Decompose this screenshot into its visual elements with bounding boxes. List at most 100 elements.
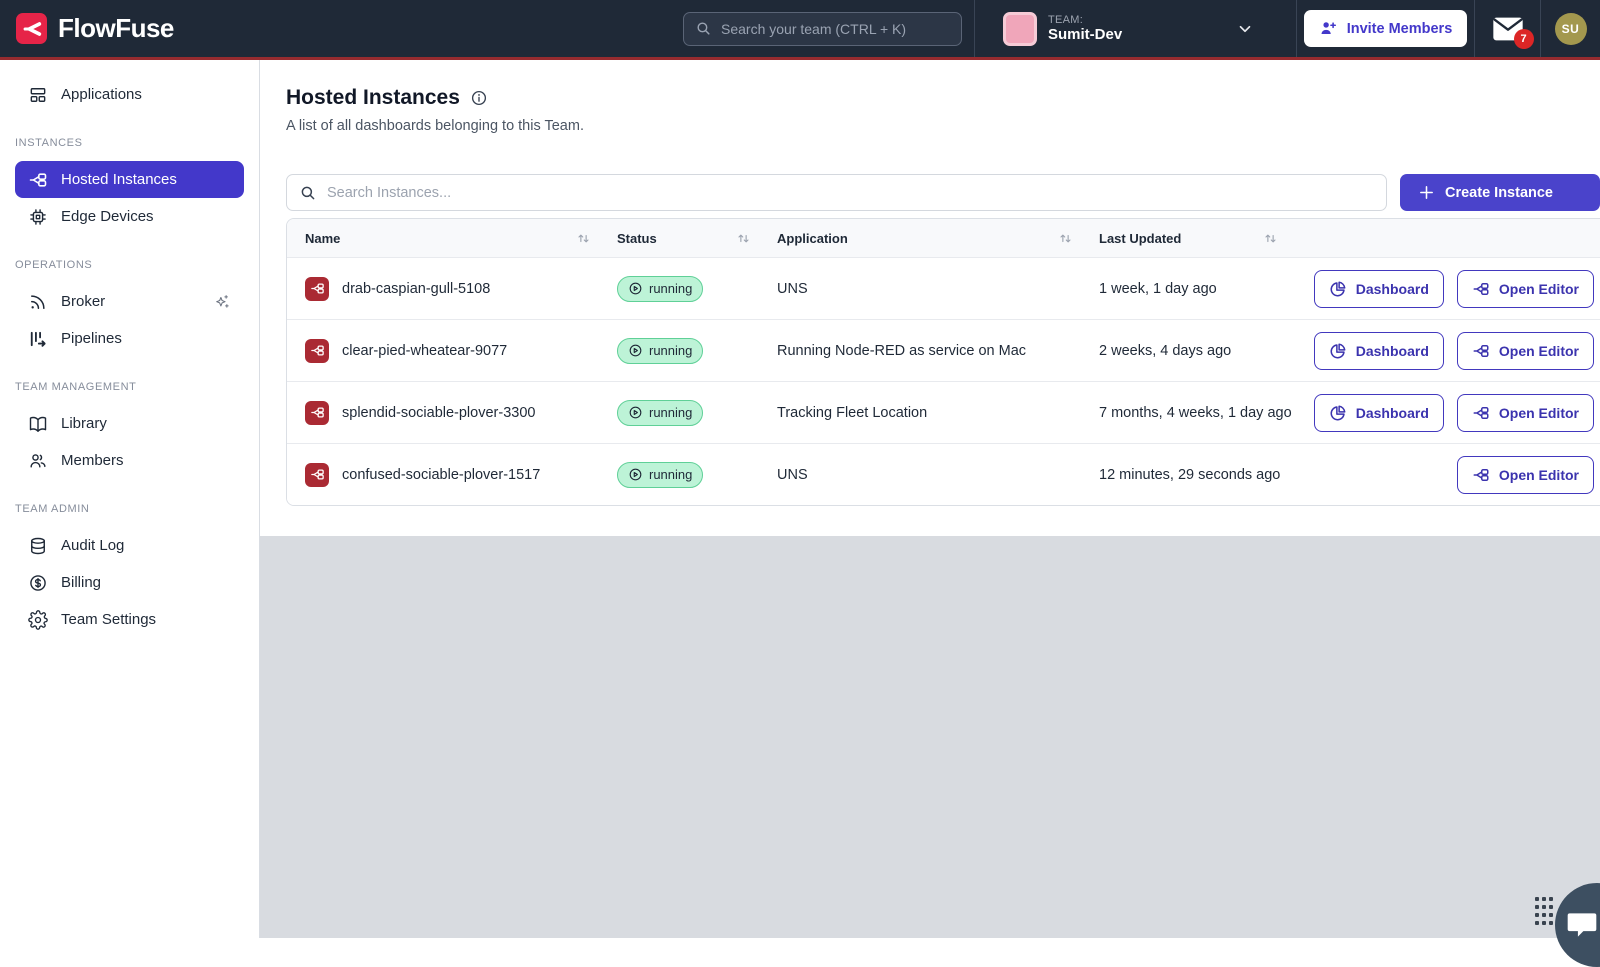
dashboard-label: Dashboard bbox=[1356, 343, 1429, 359]
create-instance-button[interactable]: Create Instance bbox=[1400, 174, 1600, 211]
last-updated: 1 week, 1 day ago bbox=[1099, 281, 1304, 297]
top-navbar: FlowFuse TEAM: Sumit-Dev bbox=[0, 0, 1600, 60]
instances-search-input[interactable] bbox=[327, 185, 1374, 201]
column-header-name[interactable]: Name bbox=[305, 231, 617, 246]
plus-icon bbox=[1418, 184, 1435, 201]
sidebar-item-broker[interactable]: Broker bbox=[15, 283, 244, 320]
instance-icon bbox=[305, 401, 329, 425]
sidebar-section-team-management: TEAM MANAGEMENT bbox=[15, 381, 244, 393]
open-editor-button[interactable]: Open Editor bbox=[1457, 270, 1594, 308]
pie-chart-icon bbox=[1329, 342, 1347, 360]
instance-icon bbox=[305, 463, 329, 487]
team-search-box[interactable] bbox=[683, 12, 962, 46]
dollar-icon bbox=[28, 573, 48, 593]
open-editor-button[interactable]: Open Editor bbox=[1457, 394, 1594, 432]
pie-chart-icon bbox=[1329, 404, 1347, 422]
dashboard-label: Dashboard bbox=[1356, 281, 1429, 297]
sidebar-item-team-settings[interactable]: Team Settings bbox=[15, 601, 244, 638]
sidebar-item-label: Audit Log bbox=[61, 537, 124, 554]
last-updated: 7 months, 4 weeks, 1 day ago bbox=[1099, 405, 1304, 421]
brand[interactable]: FlowFuse bbox=[0, 0, 190, 57]
search-icon bbox=[299, 184, 317, 202]
team-selector[interactable]: TEAM: Sumit-Dev bbox=[975, 0, 1296, 57]
table-header-row: Name Status Applic bbox=[287, 219, 1600, 257]
sidebar-item-label: Edge Devices bbox=[61, 208, 154, 225]
search-icon bbox=[695, 20, 712, 37]
sidebar-item-library[interactable]: Library bbox=[15, 405, 244, 442]
chip-icon bbox=[28, 207, 48, 227]
sort-icon bbox=[1263, 231, 1278, 246]
invite-members-button[interactable]: Invite Members bbox=[1304, 10, 1468, 47]
open-editor-button[interactable]: Open Editor bbox=[1457, 456, 1594, 494]
column-header-application[interactable]: Application bbox=[777, 231, 1099, 246]
fork-icon bbox=[1472, 342, 1490, 360]
application-name: Running Node-RED as service on Mac bbox=[777, 343, 1099, 359]
gear-icon bbox=[28, 610, 48, 630]
sidebar-item-audit-log[interactable]: Audit Log bbox=[15, 527, 244, 564]
status-badge: running bbox=[617, 462, 703, 488]
table-row[interactable]: splendid-sociable-plover-3300 running Tr… bbox=[287, 381, 1600, 443]
instance-name: splendid-sociable-plover-3300 bbox=[342, 405, 535, 421]
info-icon[interactable] bbox=[470, 89, 488, 107]
sidebar-item-label: Billing bbox=[61, 574, 101, 591]
status-label: running bbox=[649, 343, 692, 358]
book-icon bbox=[28, 414, 48, 434]
sidebar-item-label: Team Settings bbox=[61, 611, 156, 628]
play-circle-icon bbox=[628, 405, 643, 420]
widget-drag-handle[interactable] bbox=[1535, 897, 1554, 933]
table-row[interactable]: drab-caspian-gull-5108 running UNS 1 wee… bbox=[287, 257, 1600, 319]
column-label: Name bbox=[305, 231, 340, 246]
table-row[interactable]: clear-pied-wheatear-9077 running Running… bbox=[287, 319, 1600, 381]
instance-icon bbox=[305, 339, 329, 363]
users-icon bbox=[28, 451, 48, 471]
instance-icon bbox=[305, 277, 329, 301]
user-avatar[interactable]: SU bbox=[1555, 13, 1587, 45]
fork-icon bbox=[1472, 466, 1490, 484]
sidebar-item-label: Pipelines bbox=[61, 330, 122, 347]
sidebar-item-billing[interactable]: Billing bbox=[15, 564, 244, 601]
sidebar-item-edge-devices[interactable]: Edge Devices bbox=[15, 198, 244, 235]
column-header-last-updated[interactable]: Last Updated bbox=[1099, 231, 1304, 246]
sidebar-item-hosted-instances[interactable]: Hosted Instances bbox=[15, 161, 244, 198]
column-label: Status bbox=[617, 231, 657, 246]
create-instance-label: Create Instance bbox=[1445, 185, 1553, 201]
brand-name: FlowFuse bbox=[58, 13, 174, 44]
team-label: TEAM: bbox=[1048, 14, 1122, 27]
sidebar-item-applications[interactable]: Applications bbox=[15, 76, 244, 113]
dashboard-button[interactable]: Dashboard bbox=[1314, 394, 1444, 432]
dashboard-button[interactable]: Dashboard bbox=[1314, 332, 1444, 370]
notifications-button[interactable]: 7 bbox=[1492, 16, 1524, 42]
column-header-status[interactable]: Status bbox=[617, 231, 777, 246]
sidebar-item-members[interactable]: Members bbox=[15, 442, 244, 479]
status-label: running bbox=[649, 281, 692, 296]
instances-fork-icon bbox=[28, 170, 48, 190]
dashboard-button[interactable]: Dashboard bbox=[1314, 270, 1444, 308]
last-updated: 2 weeks, 4 days ago bbox=[1099, 343, 1304, 359]
last-updated: 12 minutes, 29 seconds ago bbox=[1099, 467, 1304, 483]
sidebar: Applications INSTANCES Hosted Instances … bbox=[0, 60, 260, 938]
column-label: Application bbox=[777, 231, 848, 246]
play-circle-icon bbox=[628, 281, 643, 296]
table-row[interactable]: confused-sociable-plover-1517 running UN… bbox=[287, 443, 1600, 505]
invite-members-label: Invite Members bbox=[1347, 21, 1453, 37]
sidebar-section-instances: INSTANCES bbox=[15, 137, 244, 149]
chat-bubble-icon bbox=[1565, 910, 1599, 940]
dashboard-label: Dashboard bbox=[1356, 405, 1429, 421]
flowfuse-logo-icon bbox=[16, 13, 47, 44]
page-subtitle: A list of all dashboards belonging to th… bbox=[286, 118, 1600, 134]
status-badge: running bbox=[617, 276, 703, 302]
sidebar-item-pipelines[interactable]: Pipelines bbox=[15, 320, 244, 357]
database-icon bbox=[28, 536, 48, 556]
play-circle-icon bbox=[628, 467, 643, 482]
team-search-input[interactable] bbox=[721, 21, 950, 37]
sort-icon bbox=[1058, 231, 1073, 246]
team-avatar bbox=[1003, 12, 1037, 46]
main-area: Hosted Instances A list of all dashboard… bbox=[260, 60, 1600, 938]
instances-search-box[interactable] bbox=[286, 174, 1387, 211]
open-editor-button[interactable]: Open Editor bbox=[1457, 332, 1594, 370]
applications-icon bbox=[28, 85, 48, 105]
status-label: running bbox=[649, 467, 692, 482]
sort-icon bbox=[736, 231, 751, 246]
instance-name: drab-caspian-gull-5108 bbox=[342, 281, 490, 297]
application-name: UNS bbox=[777, 281, 1099, 297]
